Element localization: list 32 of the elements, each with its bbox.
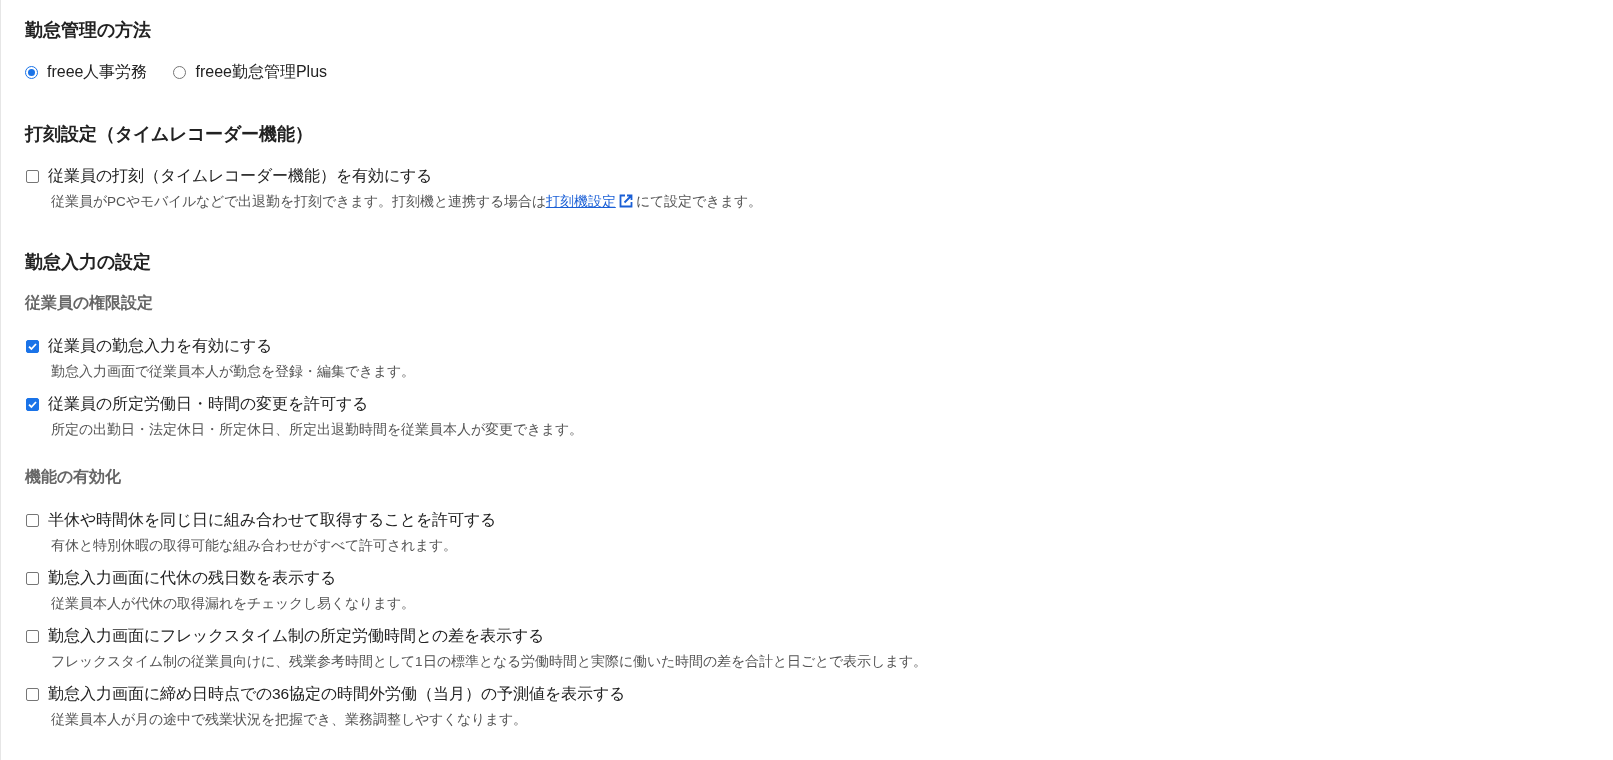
checkbox[interactable] [26,397,39,411]
checkbox[interactable] [26,339,39,353]
checkbox[interactable] [26,169,39,183]
checkbox[interactable] [26,629,39,643]
settings-link[interactable]: 打刻機設定 [545,194,616,209]
checkbox-label[interactable]: 勤怠入力画面に締め日時点での36協定の時間外労働（当月）の予測値を表示する [48,682,626,706]
setting-description: 勤怠入力画面で従業員本人が勤怠を登録・編集できます。 [51,363,416,381]
checkbox-label[interactable]: 半休や時間休を同じ日に組み合わせて取得することを許可する [48,508,496,532]
radio-button[interactable] [25,65,38,79]
checkbox-label[interactable]: 従業員の所定労働日・時間の変更を許可する [48,392,368,416]
radio-button[interactable] [173,65,187,79]
checkbox-label[interactable]: 勤怠入力画面に代休の残日数を表示する [48,566,336,590]
setting-description: 従業員本人が月の途中で残業状況を把握でき、業務調整しやすくなります。 [51,711,528,729]
checkbox-label[interactable]: 従業員の勤怠入力を有効にする [48,334,272,358]
section-heading: 勤怠管理の方法 [25,19,152,42]
checkbox[interactable] [26,513,39,527]
external-link-icon[interactable] [617,193,634,209]
checkbox[interactable] [26,571,39,585]
subsection-heading: 従業員の権限設定 [25,293,154,313]
radio-label[interactable]: freee人事労務 [47,60,148,84]
section-heading: 勤怠入力の設定 [25,251,152,274]
radio-label[interactable]: freee勤怠管理Plus [195,60,328,84]
section-heading: 打刻設定（タイムレコーダー機能） [25,123,314,146]
setting-description: 従業員がPCやモバイルなどで出退勤を打刻できます。打刻機と連携する場合は打刻機設定 にて設定できます。 [51,192,763,211]
checkbox-label[interactable]: 勤怠入力画面にフレックスタイム制の所定労働時間との差を表示する [48,624,544,648]
setting-description: 従業員本人が代休の取得漏れをチェックし易くなります。 [51,595,416,613]
checkbox-label[interactable]: 従業員の打刻（タイムレコーダー機能）を有効にする [48,164,432,188]
setting-description: 所定の出勤日・法定休日・所定休日、所定出退勤時間を従業員本人が変更できます。 [51,421,584,439]
setting-description: フレックスタイム制の従業員向けに、残業参考時間として1日の標準となる労働時間と実際に働いた時間の差を合計と日ごとで表示します。 [51,653,928,671]
checkbox[interactable] [26,687,39,701]
setting-description: 有休と特別休暇の取得可能な組み合わせがすべて許可されます。 [51,537,458,555]
subsection-heading: 機能の有効化 [25,467,122,487]
